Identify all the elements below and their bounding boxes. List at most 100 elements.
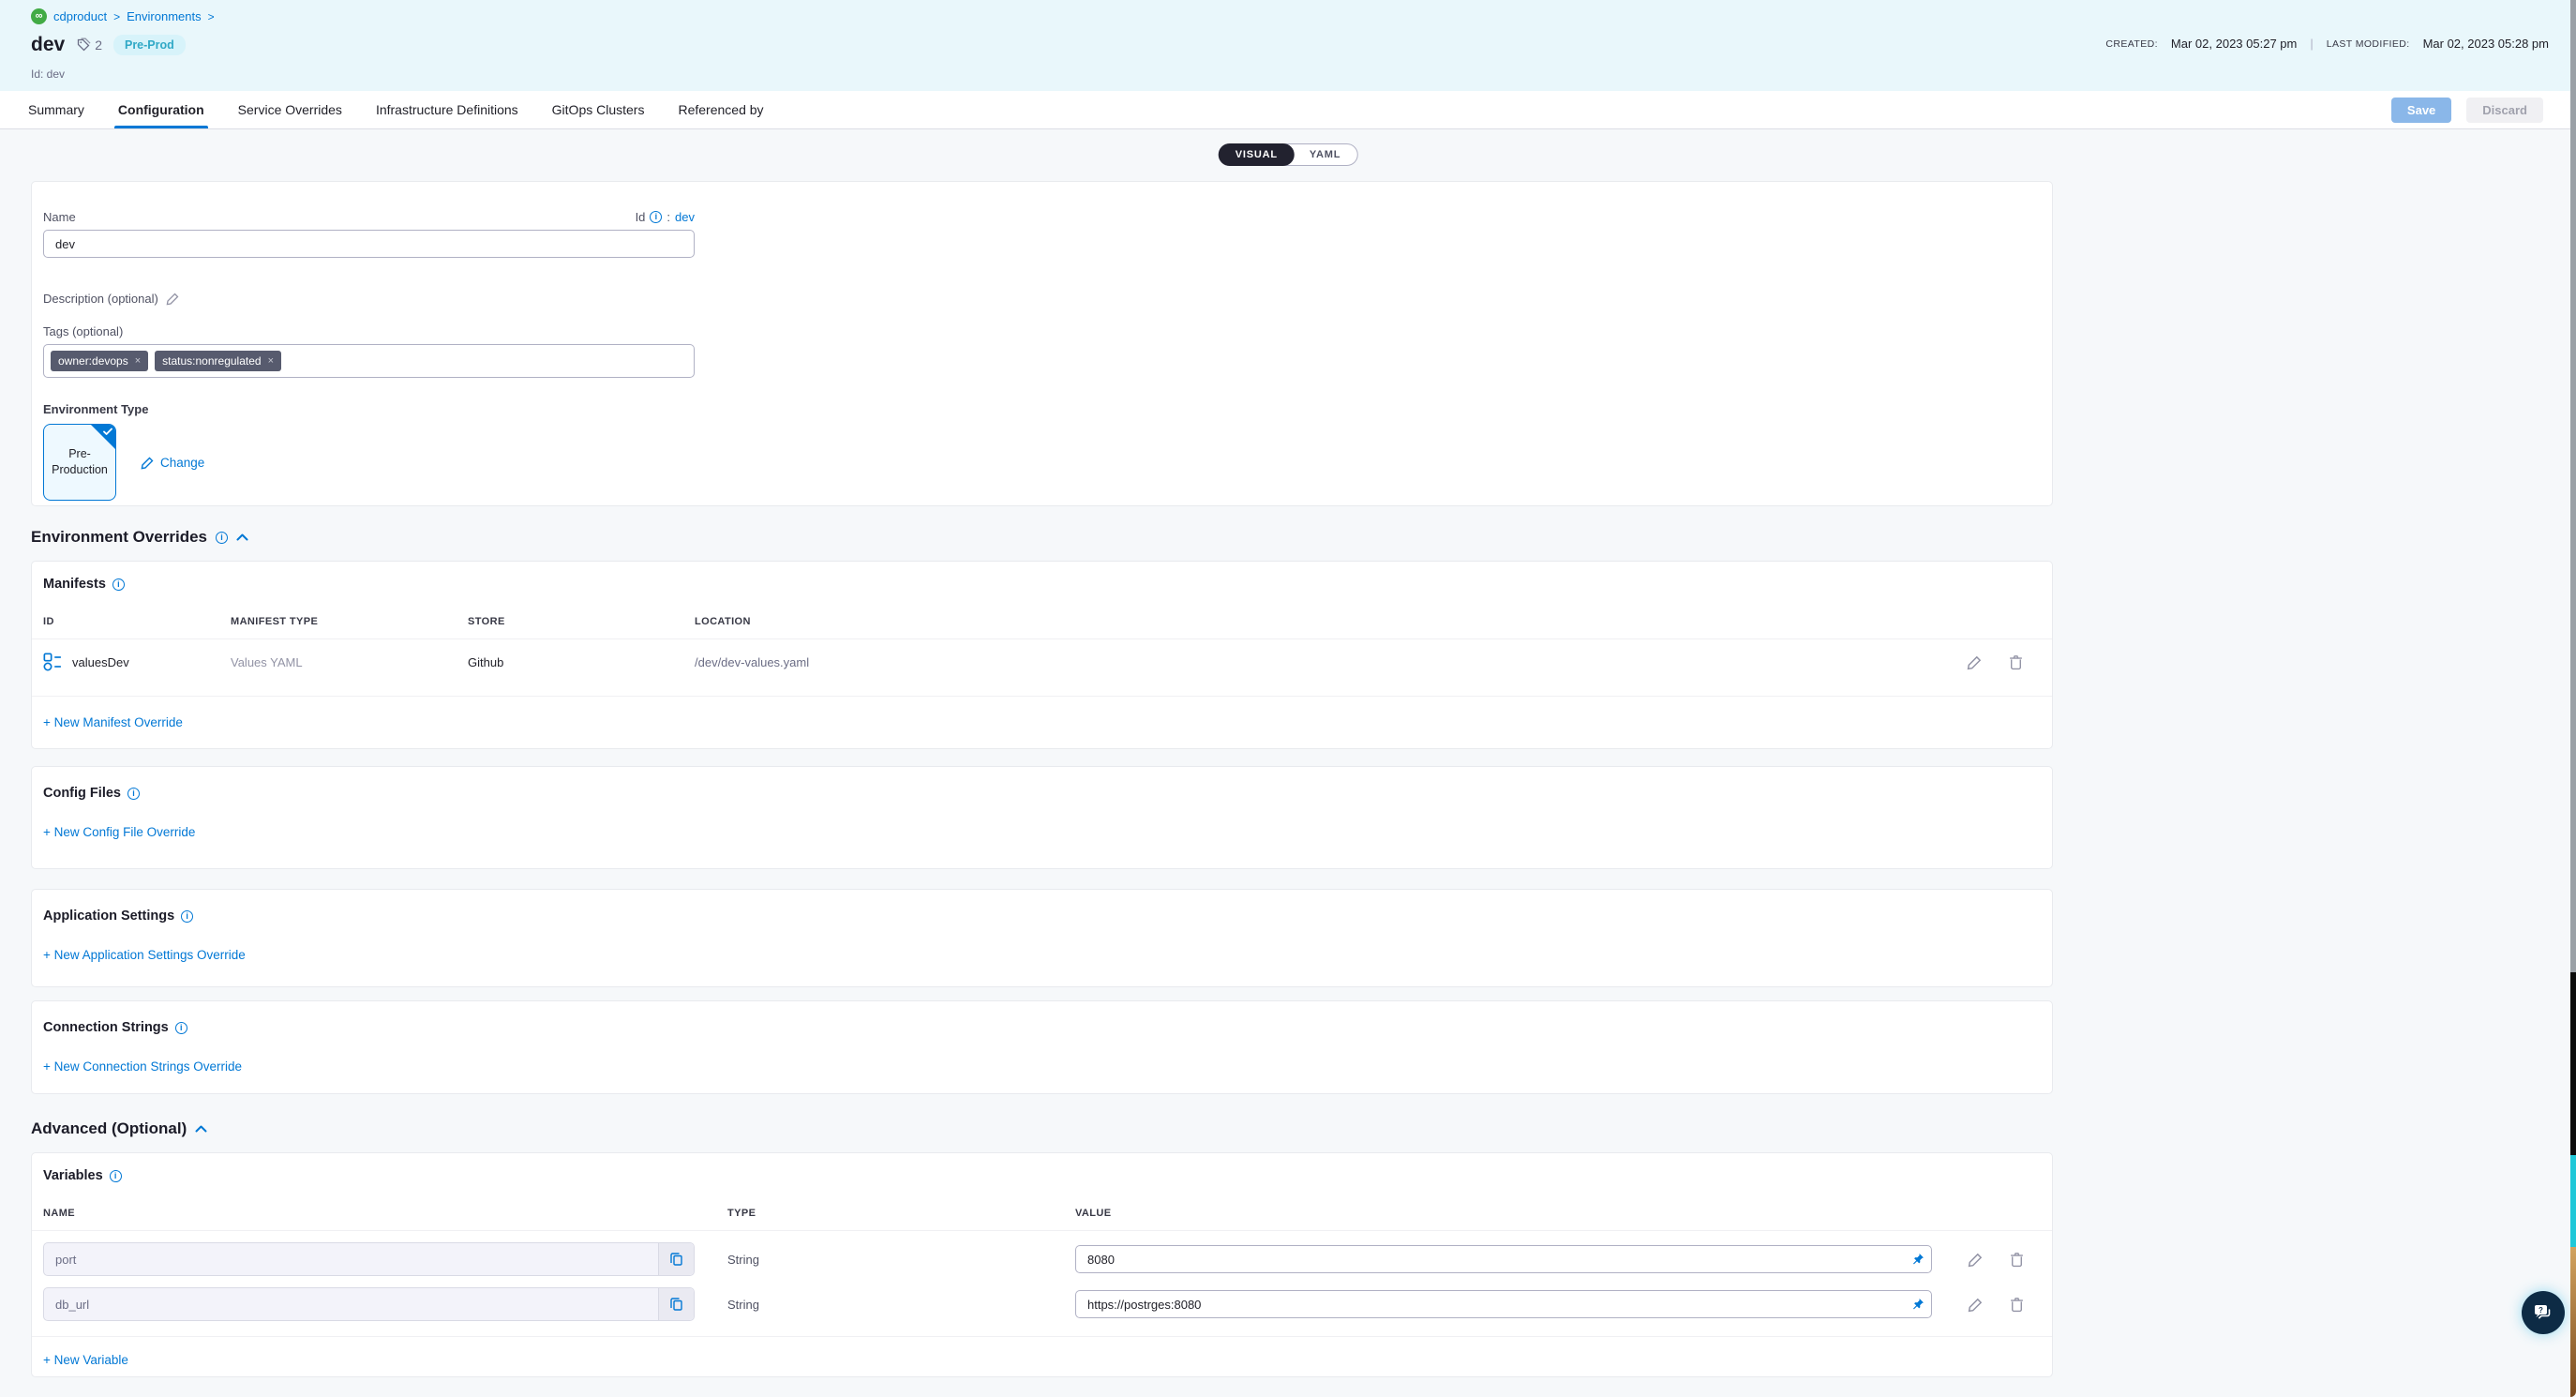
- tab-bar: Summary Configuration Service Overrides …: [0, 91, 2576, 129]
- copy-icon: [670, 1298, 682, 1311]
- edit-description-icon[interactable]: [166, 292, 180, 306]
- edit-variable-button[interactable]: [1968, 1297, 1984, 1313]
- screen-edge-artifact: [2570, 1247, 2576, 1397]
- variable-value-input[interactable]: [1075, 1245, 1932, 1273]
- check-icon: [103, 428, 112, 436]
- manifests-card: Manifests i ID MANIFEST TYPE STORE LOCAT…: [31, 561, 2053, 749]
- divider: [32, 1230, 2052, 1231]
- discard-button[interactable]: Discard: [2466, 98, 2543, 123]
- edit-variable-button[interactable]: [1968, 1252, 1984, 1268]
- basic-info-card: Name Id i : dev Description (optional) T…: [31, 181, 2053, 506]
- new-application-settings-override-link[interactable]: + New Application Settings Override: [43, 948, 246, 962]
- chat-icon: ?: [2532, 1301, 2554, 1324]
- pin-icon: [1911, 1298, 1925, 1311]
- tab-configuration[interactable]: Configuration: [118, 91, 204, 128]
- copy-variable-button[interactable]: [658, 1288, 694, 1320]
- tab-infrastructure-definitions[interactable]: Infrastructure Definitions: [376, 91, 518, 128]
- variable-type: String: [695, 1253, 1075, 1267]
- id-display: Id i : dev: [636, 210, 695, 224]
- breadcrumb-separator: >: [208, 10, 215, 23]
- values-yaml-manifest-icon: [43, 653, 62, 671]
- variables-card: Variables i NAME TYPE VALUE String: [31, 1152, 2053, 1377]
- tab-gitops-clusters[interactable]: GitOps Clusters: [552, 91, 645, 128]
- new-config-file-override-link[interactable]: + New Config File Override: [43, 825, 195, 839]
- env-type-card-preproduction[interactable]: Pre-Production: [43, 424, 116, 501]
- help-chat-button[interactable]: ?: [2522, 1291, 2565, 1334]
- collapse-chevron-icon[interactable]: [195, 1125, 207, 1133]
- info-icon[interactable]: i: [216, 532, 228, 544]
- variable-type: String: [695, 1298, 1075, 1312]
- new-variable-link[interactable]: + New Variable: [43, 1353, 128, 1367]
- breadcrumb-project[interactable]: cdproduct: [53, 9, 107, 23]
- delete-variable-button[interactable]: [2009, 1252, 2025, 1268]
- breadcrumb-environments[interactable]: Environments: [127, 9, 201, 23]
- collapse-chevron-icon[interactable]: [236, 533, 248, 541]
- trash-icon: [2009, 1297, 2025, 1313]
- save-button[interactable]: Save: [2391, 98, 2451, 123]
- tags-input[interactable]: owner:devops × status:nonregulated ×: [43, 344, 695, 378]
- application-settings-card: Application Settings i + New Application…: [31, 889, 2053, 987]
- col-location: LOCATION: [695, 616, 1939, 627]
- col-manifest-type: MANIFEST TYPE: [231, 616, 468, 627]
- name-input[interactable]: [43, 230, 695, 258]
- fixed-value-pin-button[interactable]: [1911, 1290, 1925, 1318]
- tab-service-overrides[interactable]: Service Overrides: [238, 91, 342, 128]
- breadcrumb: ∞ cdproduct > Environments >: [31, 8, 215, 24]
- toggle-visual[interactable]: VISUAL: [1219, 143, 1295, 166]
- info-icon[interactable]: i: [175, 1022, 187, 1034]
- created-value: Mar 02, 2023 05:27 pm: [2171, 37, 2297, 51]
- id-value-link[interactable]: dev: [675, 210, 695, 224]
- remove-tag-icon[interactable]: ×: [135, 355, 141, 367]
- breadcrumb-separator: >: [113, 10, 120, 23]
- tab-summary[interactable]: Summary: [28, 91, 84, 128]
- environment-overrides-heading: Environment Overrides i: [31, 528, 248, 547]
- page-header-banner: ∞ cdproduct > Environments > dev 2 Pre-P…: [0, 0, 2576, 91]
- new-connection-strings-override-link[interactable]: + New Connection Strings Override: [43, 1059, 242, 1074]
- copy-variable-button[interactable]: [658, 1243, 694, 1275]
- config-files-heading: Config Files i: [43, 786, 2052, 801]
- info-icon[interactable]: i: [110, 1170, 122, 1182]
- page-title: dev: [31, 34, 65, 56]
- env-type-badge: Pre-Prod: [113, 35, 186, 55]
- delete-manifest-button[interactable]: [2008, 654, 2024, 670]
- pencil-icon: [1968, 1297, 1984, 1313]
- name-label: Name: [43, 210, 76, 224]
- modified-value: Mar 02, 2023 05:28 pm: [2423, 37, 2549, 51]
- change-env-type-link[interactable]: Change: [141, 456, 204, 470]
- new-manifest-override-link[interactable]: + New Manifest Override: [43, 715, 183, 729]
- tag-chip-label: status:nonregulated: [162, 354, 261, 368]
- pencil-icon: [141, 456, 155, 470]
- toggle-yaml[interactable]: YAML: [1294, 144, 1356, 165]
- scrollbar-track: [2570, 0, 2576, 972]
- variable-name-input[interactable]: [43, 1287, 695, 1321]
- edit-manifest-button[interactable]: [1967, 654, 1983, 670]
- manifests-heading: Manifests i: [43, 577, 2052, 592]
- col-value: VALUE: [1075, 1208, 1932, 1219]
- environment-type-label: Environment Type: [43, 402, 2052, 416]
- application-settings-heading: Application Settings i: [43, 909, 2052, 924]
- info-icon[interactable]: i: [127, 788, 140, 800]
- id-label: Id: [636, 210, 646, 224]
- variable-name-input[interactable]: [43, 1242, 695, 1276]
- delete-variable-button[interactable]: [2009, 1297, 2025, 1313]
- scrollbar-accent: [2570, 1155, 2576, 1247]
- scrollbar-thumb[interactable]: [2570, 972, 2576, 1155]
- id-colon: :: [666, 210, 670, 224]
- fixed-value-pin-button[interactable]: [1911, 1245, 1925, 1273]
- tab-referenced-by[interactable]: Referenced by: [678, 91, 763, 128]
- manifests-table-header: ID MANIFEST TYPE STORE LOCATION: [43, 616, 2052, 627]
- manifest-row[interactable]: valuesDev Values YAML Github /dev/dev-va…: [43, 639, 2052, 684]
- info-icon[interactable]: i: [112, 578, 125, 591]
- pencil-icon: [1967, 654, 1983, 670]
- pencil-icon: [1968, 1252, 1984, 1268]
- remove-tag-icon[interactable]: ×: [268, 355, 274, 367]
- info-icon[interactable]: i: [181, 910, 193, 923]
- tag-chip: status:nonregulated ×: [155, 351, 281, 371]
- manifest-location: /dev/dev-values.yaml: [695, 655, 1939, 669]
- modified-label: LAST MODIFIED:: [2327, 38, 2410, 50]
- variable-value-input[interactable]: [1075, 1290, 1932, 1318]
- id-info-icon[interactable]: i: [650, 211, 662, 223]
- created-modified-meta: CREATED: Mar 02, 2023 05:27 pm | LAST MO…: [2105, 37, 2549, 51]
- entity-id: Id: dev: [31, 68, 65, 81]
- trash-icon: [2009, 1252, 2025, 1268]
